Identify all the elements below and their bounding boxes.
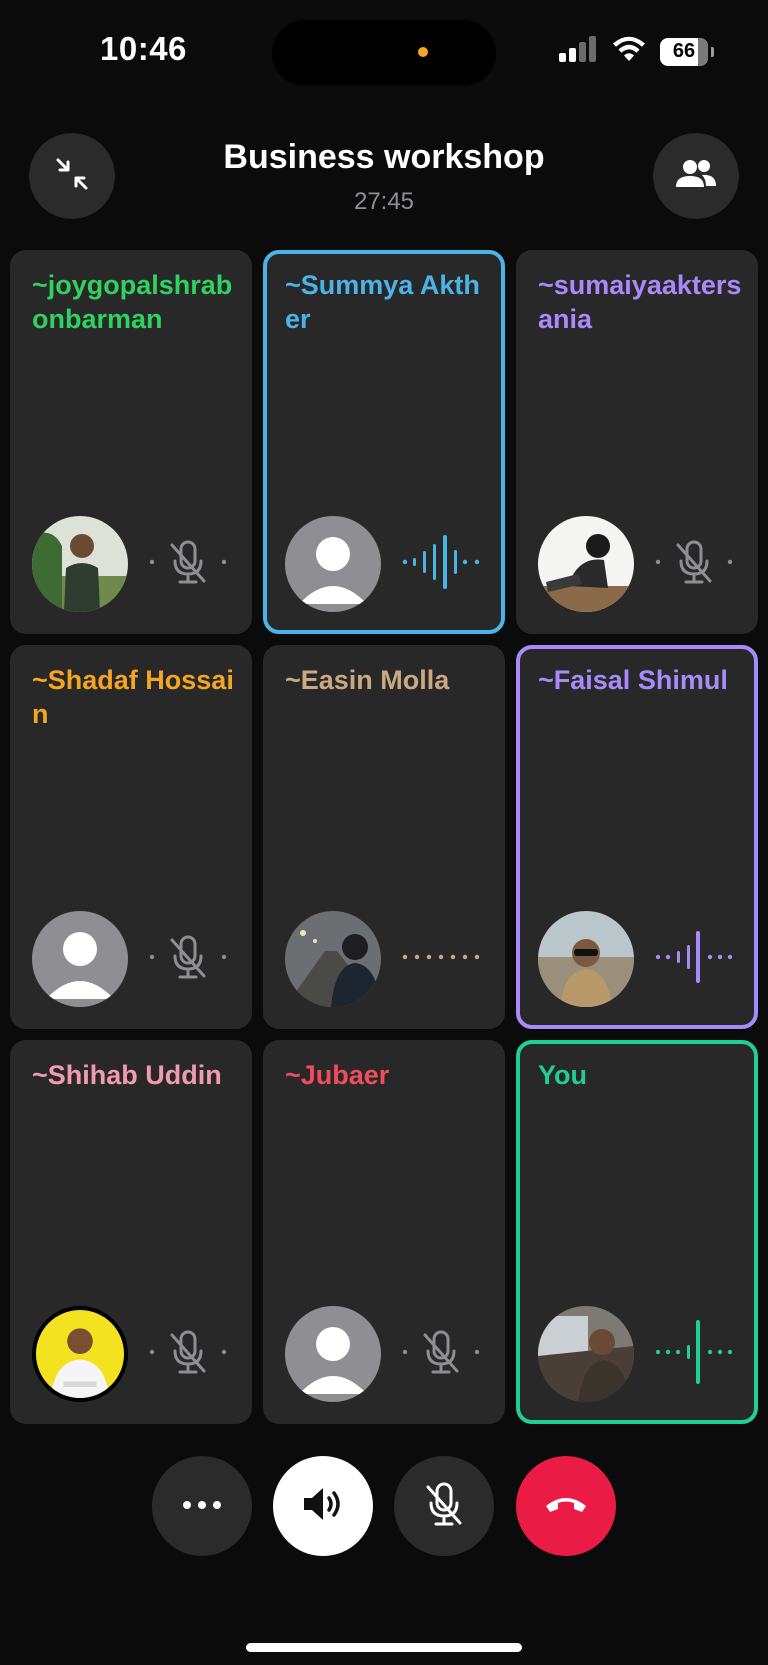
mic-off-icon: [402, 1330, 480, 1374]
participant-name: ~Faisal Shimul: [538, 665, 728, 695]
mute-button[interactable]: [394, 1456, 494, 1556]
muted-indicator: [401, 1324, 481, 1380]
avatar: [285, 1306, 381, 1402]
battery-icon: 66: [660, 37, 714, 66]
default-avatar-icon: [285, 516, 381, 612]
connecting-dots-icon: [402, 954, 480, 960]
speaking-indicator: [654, 1320, 734, 1384]
participant-tile[interactable]: ~joygopalshrabonbarman: [10, 250, 252, 634]
end-call-icon: [544, 1494, 588, 1519]
dynamic-island: [272, 20, 496, 86]
participant-tile[interactable]: ~Shihab Uddin: [10, 1040, 252, 1424]
mic-off-icon: [149, 935, 227, 979]
avatar: [32, 911, 128, 1007]
speaking-indicator: [654, 929, 734, 985]
participant-tile[interactable]: ~Faisal Shimul: [516, 645, 758, 1029]
home-indicator[interactable]: [246, 1643, 522, 1652]
participant-name: ~Jubaer: [285, 1060, 390, 1090]
avatar: [538, 911, 634, 1007]
avatar: [285, 516, 381, 612]
status-time: 10:46: [100, 30, 187, 67]
participants-icon: [675, 159, 717, 194]
participant-tile[interactable]: ~Jubaer: [263, 1040, 505, 1424]
wifi-icon: [612, 36, 646, 67]
more-button[interactable]: [152, 1456, 252, 1556]
battery-level: 66: [672, 40, 696, 62]
avatar: [538, 516, 634, 612]
voice-wave-icon: [655, 931, 733, 983]
mic-off-icon: [655, 540, 733, 584]
participant-tile[interactable]: ~Summya Akther: [263, 250, 505, 634]
default-avatar-icon: [32, 911, 128, 1007]
end-call-button[interactable]: [516, 1456, 616, 1556]
signal-icon: [558, 36, 598, 67]
mic-off-icon: [424, 1481, 464, 1532]
participants-button[interactable]: [653, 133, 739, 219]
participant-name: ~joygopalshrabonbarman: [32, 270, 233, 334]
call-timer: 27:45: [353, 188, 415, 215]
muted-indicator: [148, 1324, 228, 1380]
muted-indicator: [148, 534, 228, 590]
mic-in-use-dot: [418, 47, 428, 57]
status-icons: 66: [558, 36, 714, 67]
participant-name: ~Shadaf Hossain: [32, 665, 234, 729]
connecting-indicator: [401, 929, 481, 985]
participant-tile-self[interactable]: You: [516, 1040, 758, 1424]
participant-name: ~sumaiyaaktersania: [538, 270, 742, 334]
muted-indicator: [654, 534, 734, 590]
avatar: [32, 1306, 128, 1402]
voice-wave-icon: [402, 535, 480, 589]
mic-off-icon: [149, 540, 227, 584]
mic-off-icon: [149, 1330, 227, 1374]
participant-name: ~Summya Akther: [285, 270, 480, 334]
default-avatar-icon: [285, 1306, 381, 1402]
avatar: [538, 1306, 634, 1402]
participant-name: You: [538, 1060, 587, 1090]
voice-wave-icon: [655, 1320, 733, 1384]
participants-grid: ~joygopalshrabonbarman ~Summya Akther ~s…: [10, 250, 758, 1424]
participant-tile[interactable]: ~Shadaf Hossain: [10, 645, 252, 1029]
participant-tile[interactable]: ~sumaiyaaktersania: [516, 250, 758, 634]
muted-indicator: [148, 929, 228, 985]
more-icon: [182, 1497, 222, 1515]
participant-name: ~Easin Molla: [285, 665, 450, 695]
participant-tile[interactable]: ~Easin Molla: [263, 645, 505, 1029]
speaker-button[interactable]: [273, 1456, 373, 1556]
avatar: [285, 911, 381, 1007]
speaker-icon: [301, 1484, 345, 1529]
participant-name: ~Shihab Uddin: [32, 1060, 222, 1090]
speaking-indicator: [401, 534, 481, 590]
avatar: [32, 516, 128, 612]
